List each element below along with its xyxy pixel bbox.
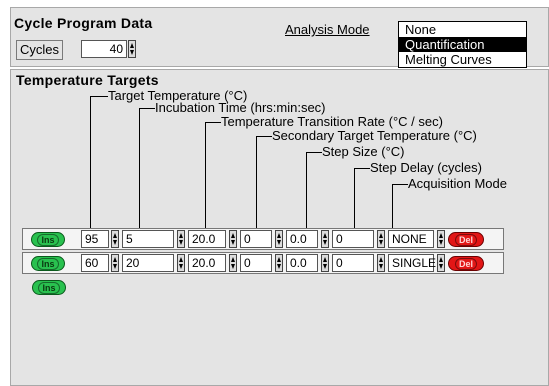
leader-line-target-temp-h: [90, 96, 108, 97]
secondary-target-stepper[interactable]: [275, 230, 283, 248]
leader-line-step-size: [306, 152, 307, 228]
analysis-mode-option-quantification[interactable]: Quantification: [399, 37, 526, 52]
table-row: Ins 60 20 20.0 0 0.0 0 SINGLE Del: [22, 252, 504, 274]
ins-button-end[interactable]: Ins: [32, 280, 66, 295]
analysis-mode-option-none[interactable]: None: [399, 22, 526, 37]
acquisition-mode-stepper[interactable]: [437, 254, 445, 272]
step-size-input[interactable]: 0.0: [286, 230, 318, 248]
cycles-stepper[interactable]: [128, 40, 136, 58]
step-size-stepper[interactable]: [321, 254, 329, 272]
secondary-target-input[interactable]: 0: [240, 254, 272, 272]
leader-line-secondary-h: [256, 136, 272, 137]
step-delay-input[interactable]: 0: [332, 230, 374, 248]
leader-line-target-temp: [90, 96, 91, 228]
leader-line-secondary: [256, 136, 257, 228]
step-delay-stepper[interactable]: [377, 254, 385, 272]
secondary-target-input[interactable]: 0: [240, 230, 272, 248]
target-temp-input[interactable]: 95: [81, 230, 109, 248]
label-incubation-time: Incubation Time (hrs:min:sec): [155, 100, 326, 115]
step-delay-input[interactable]: 0: [332, 254, 374, 272]
target-temp-input[interactable]: 60: [81, 254, 109, 272]
acquisition-mode-select[interactable]: SINGLE: [388, 254, 436, 272]
label-step-delay: Step Delay (cycles): [370, 160, 482, 175]
leader-line-incubation-h: [139, 108, 155, 109]
cycles-label: Cycles: [16, 40, 64, 60]
leader-line-transition-h: [205, 122, 221, 123]
label-acquisition-mode: Acquisition Mode: [408, 176, 507, 191]
leader-line-acquisition: [392, 184, 393, 228]
del-button[interactable]: Del: [448, 256, 484, 271]
ins-button[interactable]: Ins: [31, 232, 65, 247]
analysis-mode-label: Analysis Mode: [285, 22, 370, 37]
label-transition-rate: Temperature Transition Rate (°C / sec): [221, 114, 443, 129]
step-delay-stepper[interactable]: [377, 230, 385, 248]
label-step-size: Step Size (°C): [322, 144, 405, 159]
transition-rate-stepper[interactable]: [229, 230, 237, 248]
transition-rate-input[interactable]: 20.0: [188, 230, 226, 248]
leader-line-step-size-h: [306, 152, 322, 153]
analysis-mode-option-melting-curves[interactable]: Melting Curves: [399, 52, 526, 67]
del-button[interactable]: Del: [448, 232, 484, 247]
ins-button[interactable]: Ins: [31, 256, 65, 271]
leader-line-step-delay-h: [354, 168, 370, 169]
acquisition-mode-select[interactable]: NONE: [388, 230, 434, 248]
incubation-time-stepper[interactable]: [177, 230, 185, 248]
leader-line-acquisition-h: [392, 184, 408, 185]
temperature-targets-title: Temperature Targets: [16, 72, 159, 88]
leader-line-step-delay: [354, 168, 355, 228]
analysis-mode-dropdown[interactable]: None Quantification Melting Curves: [398, 21, 527, 68]
acquisition-mode-stepper[interactable]: [437, 230, 445, 248]
step-size-input[interactable]: 0.0: [286, 254, 318, 272]
target-temp-stepper[interactable]: [111, 254, 119, 272]
leader-line-transition: [205, 122, 206, 228]
leader-line-incubation: [139, 108, 140, 228]
target-temp-stepper[interactable]: [111, 230, 119, 248]
step-size-stepper[interactable]: [321, 230, 329, 248]
incubation-time-stepper[interactable]: [177, 254, 185, 272]
table-row: Ins 95 5 20.0 0 0.0 0 NONE Del: [22, 228, 504, 250]
cycles-input[interactable]: 40: [81, 40, 127, 58]
incubation-time-input[interactable]: 20: [122, 254, 174, 272]
cycle-program-title: Cycle Program Data: [14, 15, 153, 31]
transition-rate-stepper[interactable]: [229, 254, 237, 272]
secondary-target-stepper[interactable]: [275, 254, 283, 272]
incubation-time-input[interactable]: 5: [122, 230, 174, 248]
label-secondary-target: Secondary Target Temperature (°C): [272, 128, 477, 143]
transition-rate-input[interactable]: 20.0: [188, 254, 226, 272]
